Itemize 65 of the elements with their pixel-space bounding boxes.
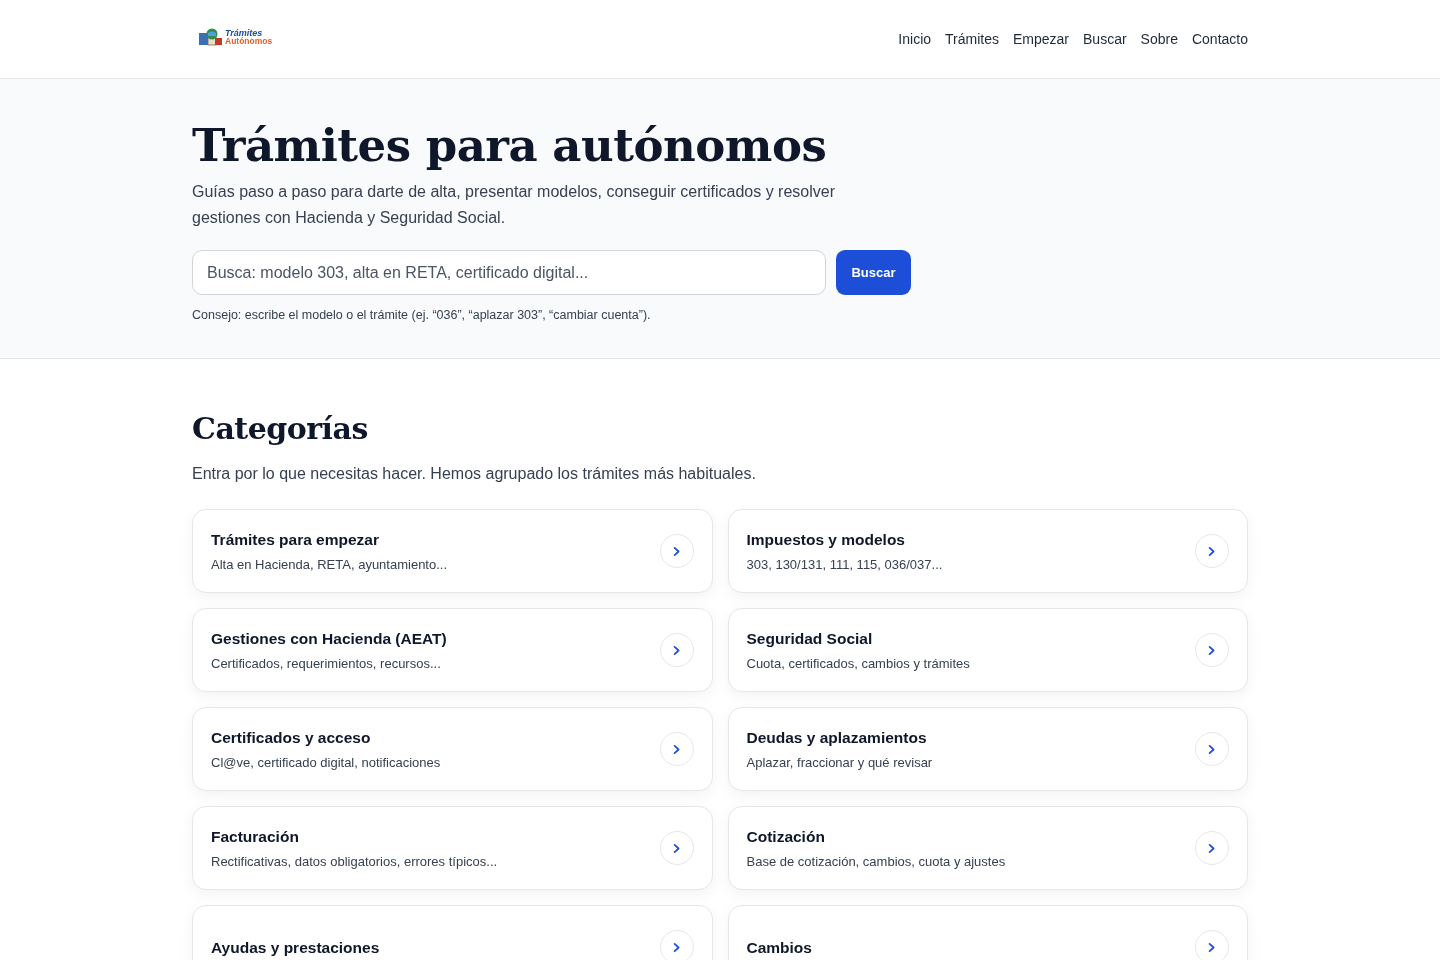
arrow-button[interactable]: [1195, 534, 1229, 568]
arrow-button[interactable]: [659, 930, 694, 960]
chevron-right-icon: [1208, 842, 1216, 854]
chevron-right-icon: [1208, 644, 1216, 656]
card-description: Alta en Hacienda, RETA, ayuntamiento...: [211, 557, 448, 572]
chevron-right-icon: [1208, 743, 1216, 755]
chevron-right-icon: [672, 743, 681, 755]
card-title: Certificados y acceso: [211, 728, 372, 747]
subtitle: Guías paso a paso para darte de alta, presentar modelos, conseguir certificados y resolver gestiones con Hacienda y Seguridad Social.: [192, 182, 836, 228]
category-card[interactable]: Cotización Base de cotización, cambios, cuota y ajustes: [727, 806, 1248, 890]
chevron-right-icon: [1208, 545, 1216, 557]
arrow-button[interactable]: [1195, 732, 1229, 766]
section-intro: Entra por lo que necesitas hacer. Hemos agrupado los trámites más habituales.: [192, 465, 757, 483]
category-card[interactable]: Facturación Rectificativas, datos obligatorios, errores típicos...: [192, 806, 713, 890]
category-card[interactable]: Ayudas y prestaciones: [192, 905, 713, 960]
arrow-button[interactable]: [659, 732, 694, 766]
arrow-button[interactable]: [659, 534, 694, 568]
arrow-button[interactable]: [1195, 633, 1229, 667]
nav-link[interactable]: Empezar: [1013, 31, 1069, 47]
arrow-button[interactable]: [659, 633, 694, 667]
category-card[interactable]: Cambios: [727, 905, 1248, 960]
search-button[interactable]: Buscar: [836, 250, 911, 295]
search-hint: Consejo: escribe el modelo o el trámite (ej. “036”, “aplazar 303”, “cambiar cuenta”).: [192, 308, 652, 322]
category-card[interactable]: Certificados y acceso Cl@ve, certificado digital, notificaciones: [192, 707, 713, 791]
page-title: Trámites para autónomos: [192, 119, 828, 173]
logo-text: Autónomos: [225, 37, 273, 45]
category-card[interactable]: Trámites para empezar Alta en Hacienda, RETA, ayuntamiento...: [192, 509, 713, 593]
category-card[interactable]: Deudas y aplazamientos Aplazar, fraccionar y qué revisar: [727, 707, 1248, 791]
chevron-right-icon: [672, 545, 681, 557]
card-description: Aplazar, fraccionar y qué revisar: [746, 755, 933, 770]
card-title: Gestiones con Hacienda (AEAT): [211, 629, 447, 648]
card-title: Facturación: [211, 827, 300, 846]
nav-link[interactable]: Inicio: [898, 31, 932, 47]
books-globe-icon: [198, 27, 224, 47]
nav-link[interactable]: Trámites: [945, 31, 999, 47]
chevron-right-icon: [1208, 941, 1216, 953]
card-title: Cotización: [746, 827, 826, 846]
chevron-right-icon: [672, 842, 681, 854]
card-description: Cl@ve, certificado digital, notificaciones: [211, 755, 441, 770]
nav-link[interactable]: Buscar: [1083, 31, 1127, 47]
card-description: Certificados, requerimientos, recursos...: [211, 656, 442, 671]
card-description: 303, 130/131, 111, 115, 036/037...: [746, 557, 943, 572]
logo[interactable]: Trámites Autónomos: [198, 27, 273, 47]
card-title: Impuestos y modelos: [746, 530, 906, 549]
arrow-button[interactable]: [659, 831, 694, 865]
card-title: Trámites para empezar: [211, 530, 380, 549]
search-field[interactable]: Busca: modelo 303, alta en RETA, certificado digital...: [192, 250, 826, 295]
card-title: Cambios: [746, 937, 812, 957]
card-title: Deudas y aplazamientos: [746, 728, 928, 747]
card-title: Seguridad Social: [746, 629, 874, 648]
nav-link[interactable]: Contacto: [1191, 31, 1248, 47]
category-card[interactable]: Seguridad Social Cuota, certificados, cambios y trámites: [727, 608, 1248, 692]
chevron-right-icon: [672, 941, 681, 953]
arrow-button[interactable]: [1195, 930, 1229, 960]
card-description: Base de cotización, cambios, cuota y ajustes: [746, 854, 1006, 869]
card-description: Rectificativas, datos obligatorios, errores típicos...: [211, 854, 498, 869]
card-title: Ayudas y prestaciones: [211, 937, 380, 957]
category-card[interactable]: Impuestos y modelos 303, 130/131, 111, 115, 036/037...: [727, 509, 1248, 593]
logo-text: Trámites: [225, 29, 263, 37]
chevron-right-icon: [672, 644, 681, 656]
arrow-button[interactable]: [1195, 831, 1229, 865]
category-card[interactable]: Gestiones con Hacienda (AEAT) Certificados, requerimientos, recursos...: [192, 608, 713, 692]
section-title: Categorías: [192, 411, 369, 447]
nav-link[interactable]: Sobre: [1140, 31, 1178, 47]
card-description: Cuota, certificados, cambios y trámites: [746, 656, 970, 671]
